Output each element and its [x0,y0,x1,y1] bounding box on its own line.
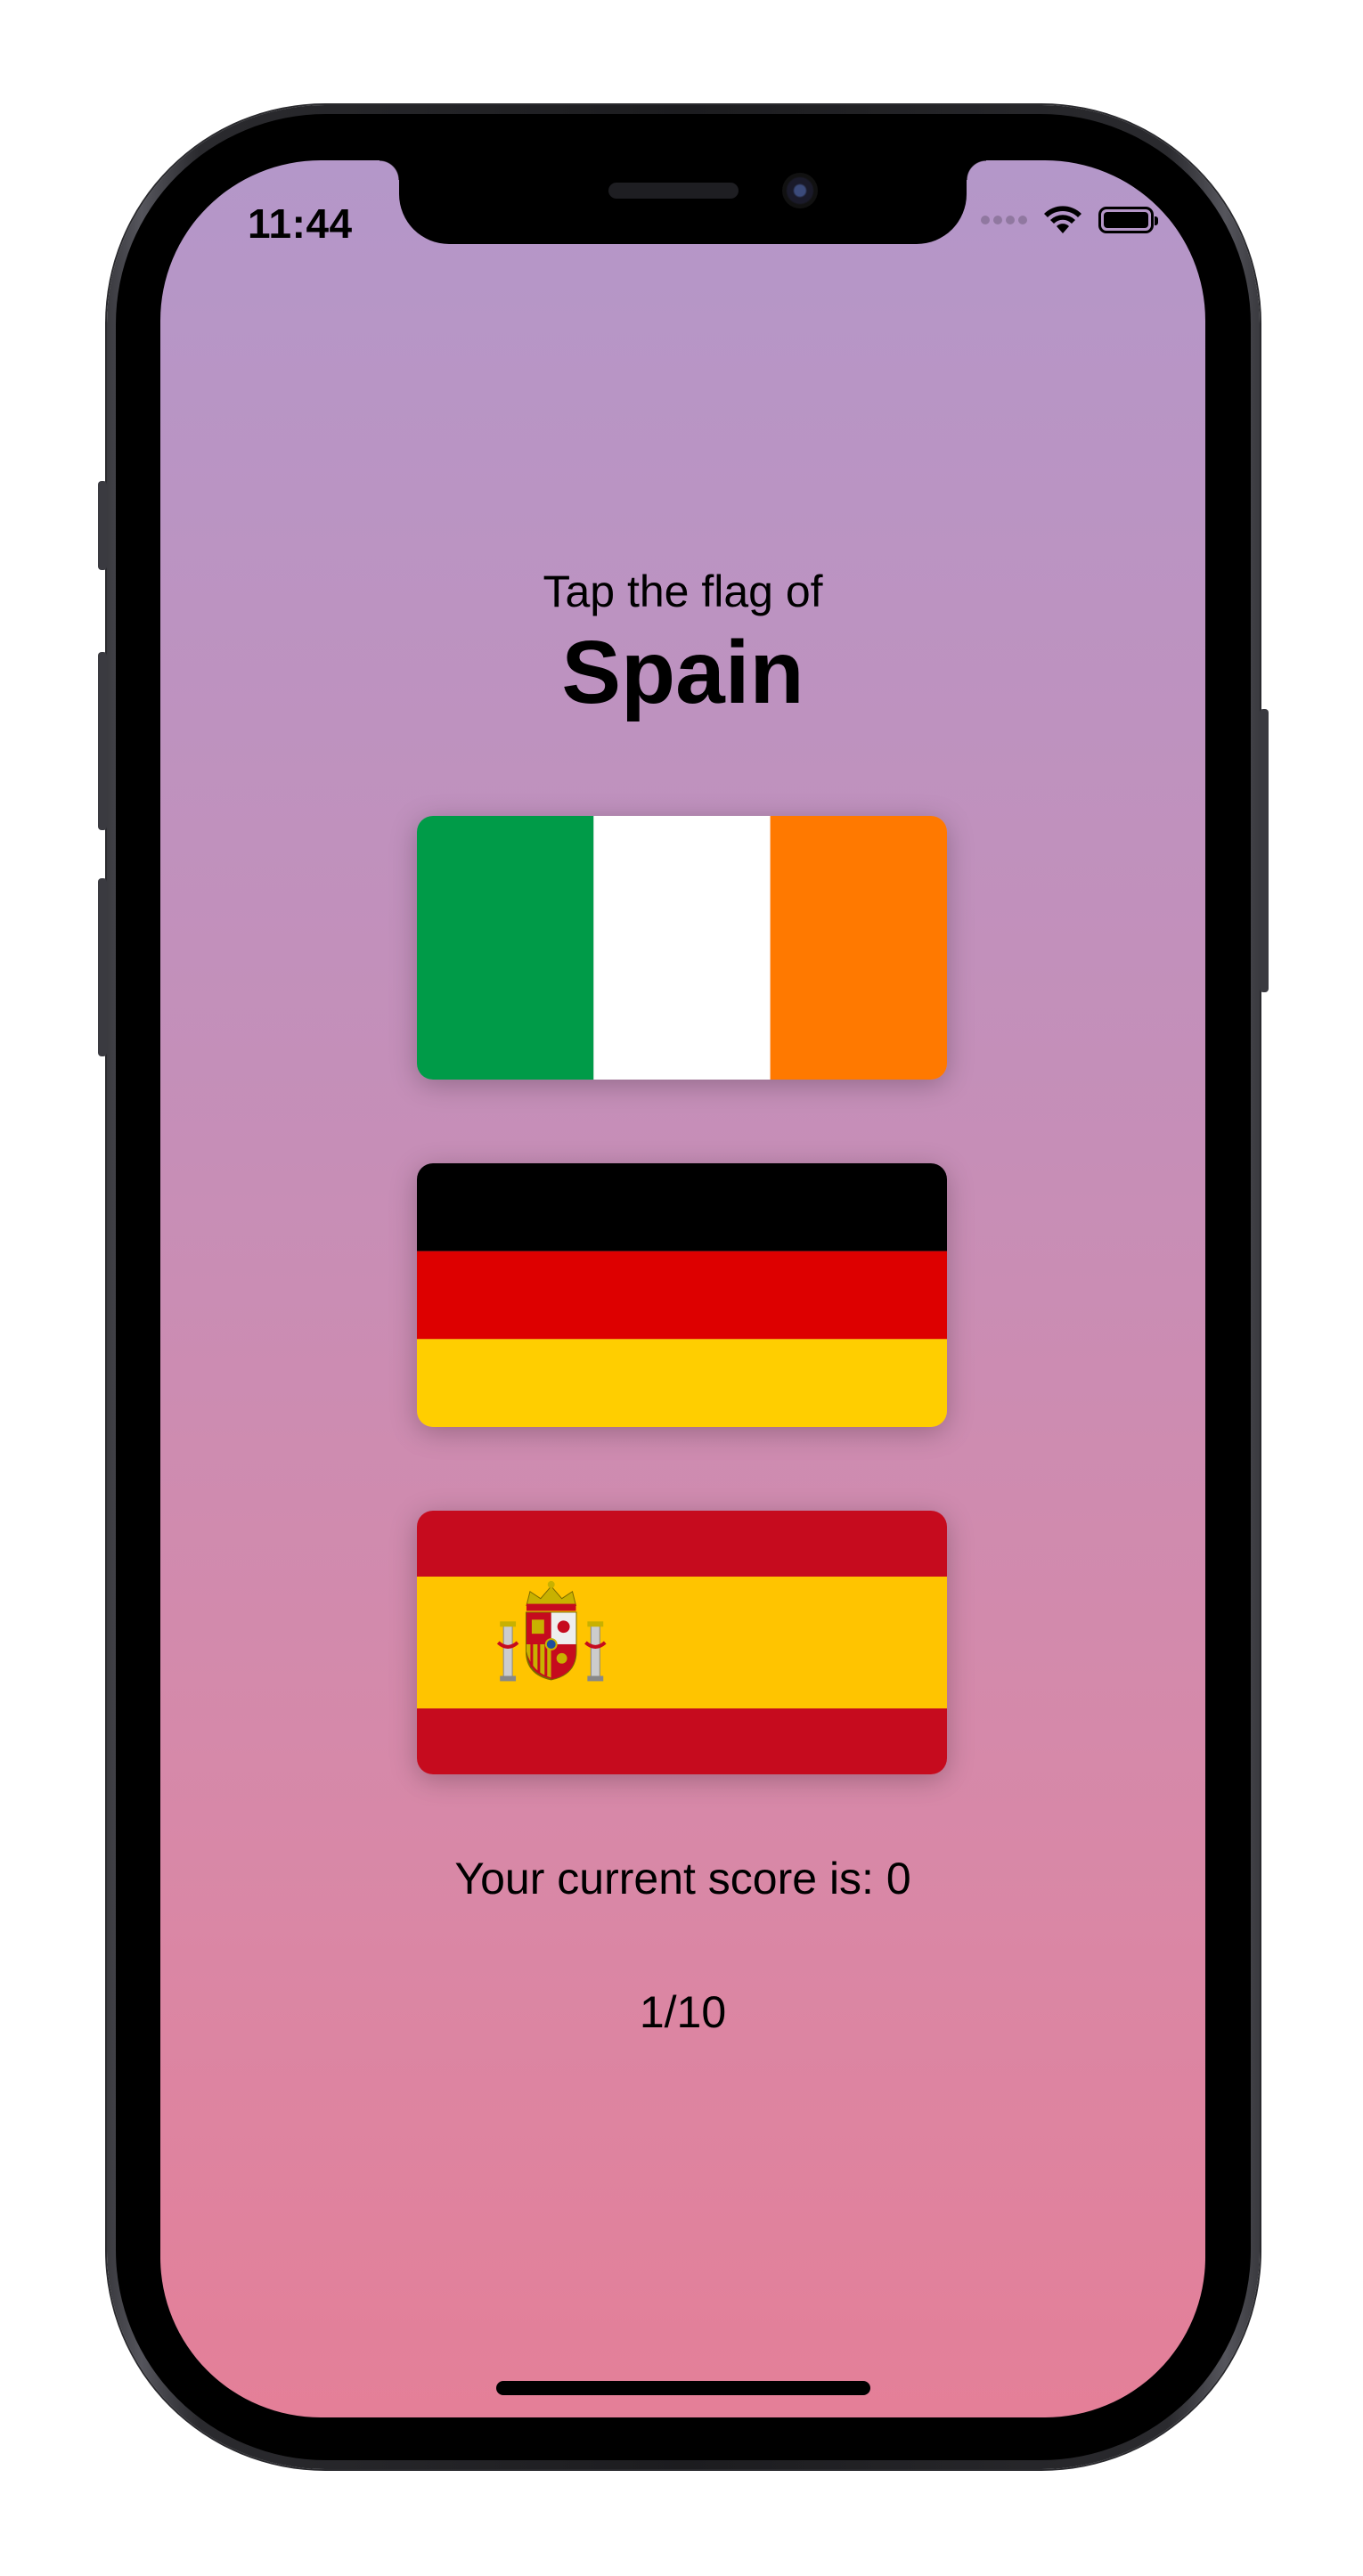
target-country: Spain [561,623,804,722]
spain-flag-icon [417,1511,947,1774]
front-camera [782,173,818,208]
battery-icon [1098,207,1158,233]
cellular-signal-icon [981,216,1027,224]
wifi-icon [1044,206,1081,233]
power-button [1260,709,1269,992]
status-time: 11:44 [248,200,353,247]
earpiece-speaker [608,183,739,199]
question-progress: 1/10 [639,1987,727,2037]
home-indicator[interactable] [496,2381,870,2395]
flag-button-germany[interactable] [417,1163,947,1427]
notch [380,160,986,244]
ireland-flag-icon [417,816,947,1080]
flag-button-ireland[interactable] [417,816,947,1080]
flag-button-spain[interactable] [417,1511,947,1774]
app-screen: 11:44 Tap the flag of Spain Your current… [160,160,1205,2417]
germany-flag-icon [417,1163,947,1427]
prompt-label: Tap the flag of [543,567,823,616]
score-label: Your current score is: 0 [454,1854,911,1903]
volume-down-button [98,878,107,1056]
volume-up-button [98,652,107,830]
status-indicators [981,205,1158,235]
silent-switch [98,481,107,570]
